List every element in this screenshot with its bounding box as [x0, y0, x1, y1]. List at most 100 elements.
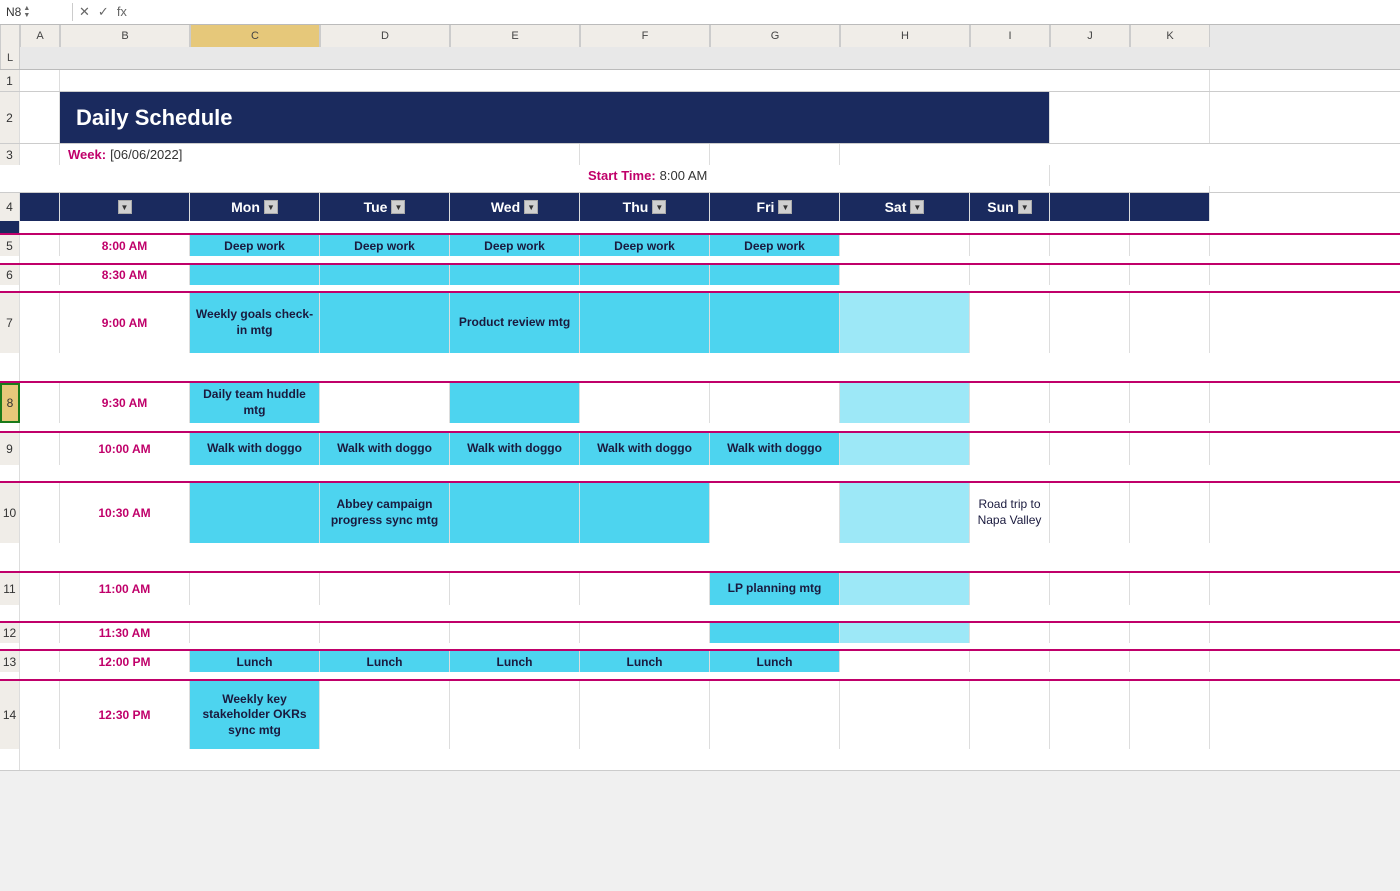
cell-7-wed[interactable]: Product review mtg: [450, 293, 580, 353]
sun-dropdown[interactable]: ▼: [1018, 200, 1032, 214]
cancel-icon[interactable]: ✕: [79, 4, 90, 20]
cell-14-thu[interactable]: [580, 681, 710, 749]
cell-9-thu[interactable]: Walk with doggo: [580, 433, 710, 465]
blank-col-dropdown[interactable]: ▼: [118, 200, 132, 214]
cell-9-tue[interactable]: Walk with doggo: [320, 433, 450, 465]
col-header-sun[interactable]: Sun ▼: [970, 193, 1050, 221]
col-header-wed[interactable]: Wed ▼: [450, 193, 580, 221]
cell-9-mon[interactable]: Walk with doggo: [190, 433, 320, 465]
cell-14-wed[interactable]: [450, 681, 580, 749]
col-header-K[interactable]: K: [1130, 25, 1210, 47]
cell-8-tue[interactable]: [320, 383, 450, 423]
cell-6-sat[interactable]: [840, 265, 970, 285]
cell-6-mon[interactable]: [190, 265, 320, 285]
col-header-tue[interactable]: Tue ▼: [320, 193, 450, 221]
cell-13-sat[interactable]: [840, 651, 970, 672]
col-header-mon[interactable]: Mon ▼: [190, 193, 320, 221]
cell-11-mon[interactable]: [190, 573, 320, 605]
confirm-icon[interactable]: ✓: [98, 4, 109, 20]
cell-9-sun[interactable]: [970, 433, 1050, 465]
cell-6-thu[interactable]: [580, 265, 710, 285]
cell-6-tue[interactable]: [320, 265, 450, 285]
cell-5-mon[interactable]: Deep work: [190, 235, 320, 256]
cell-10-wed[interactable]: [450, 483, 580, 543]
cell-7-tue[interactable]: [320, 293, 450, 353]
cell-9-sat[interactable]: [840, 433, 970, 465]
col-header-J[interactable]: J: [1050, 25, 1130, 47]
cell-13-fri[interactable]: Lunch: [710, 651, 840, 672]
cell-5-sat[interactable]: [840, 235, 970, 256]
cell-10-sat[interactable]: [840, 483, 970, 543]
cell-14-tue[interactable]: [320, 681, 450, 749]
col-header-F[interactable]: F: [580, 25, 710, 47]
cell-12-thu[interactable]: [580, 623, 710, 643]
sat-dropdown[interactable]: ▼: [910, 200, 924, 214]
cell-11-wed[interactable]: [450, 573, 580, 605]
cell-10-thu[interactable]: [580, 483, 710, 543]
cell-7-thu[interactable]: [580, 293, 710, 353]
cell-12-sat[interactable]: [840, 623, 970, 643]
mon-dropdown[interactable]: ▼: [264, 200, 278, 214]
cell-5-thu[interactable]: Deep work: [580, 235, 710, 256]
cell-11-tue[interactable]: [320, 573, 450, 605]
fx-icon[interactable]: fx: [117, 4, 127, 20]
thu-dropdown[interactable]: ▼: [652, 200, 666, 214]
cell-5-wed[interactable]: Deep work: [450, 235, 580, 256]
col-header-fri[interactable]: Fri ▼: [710, 193, 840, 221]
cell-12-mon[interactable]: [190, 623, 320, 643]
col-header-E[interactable]: E: [450, 25, 580, 47]
cell-6-fri[interactable]: [710, 265, 840, 285]
cell-10-fri[interactable]: [710, 483, 840, 543]
cell-12-sun[interactable]: [970, 623, 1050, 643]
cell-5-fri[interactable]: Deep work: [710, 235, 840, 256]
cell-13-tue[interactable]: Lunch: [320, 651, 450, 672]
cell-8-thu[interactable]: [580, 383, 710, 423]
cell-7-sat[interactable]: [840, 293, 970, 353]
cell-14-fri[interactable]: [710, 681, 840, 749]
cell-5-sun[interactable]: [970, 235, 1050, 256]
cell-7-mon[interactable]: Weekly goals check-in mtg: [190, 293, 320, 353]
cell-10-sun[interactable]: Road trip to Napa Valley: [970, 483, 1050, 543]
col-header-C[interactable]: C: [190, 25, 320, 47]
col-header-I[interactable]: I: [970, 25, 1050, 47]
cell-11-sat[interactable]: [840, 573, 970, 605]
cell-12-wed[interactable]: [450, 623, 580, 643]
fri-dropdown[interactable]: ▼: [778, 200, 792, 214]
col-header-thu[interactable]: Thu ▼: [580, 193, 710, 221]
cell-10-tue[interactable]: Abbey campaign progress sync mtg: [320, 483, 450, 543]
col-header-B[interactable]: B: [60, 25, 190, 47]
wed-dropdown[interactable]: ▼: [524, 200, 538, 214]
cell-13-thu[interactable]: Lunch: [580, 651, 710, 672]
col-header-sat[interactable]: Sat ▼: [840, 193, 970, 221]
cell-9-wed[interactable]: Walk with doggo: [450, 433, 580, 465]
col-header-D[interactable]: D: [320, 25, 450, 47]
formula-icons[interactable]: ✕ ✓ fx: [79, 4, 127, 20]
cell-8-sun[interactable]: [970, 383, 1050, 423]
cell-8-sat[interactable]: [840, 383, 970, 423]
cell-6-sun[interactable]: [970, 265, 1050, 285]
cell-14-sun[interactable]: [970, 681, 1050, 749]
cell-13-mon[interactable]: Lunch: [190, 651, 320, 672]
col-header-L[interactable]: L: [0, 47, 20, 69]
col-header-G[interactable]: G: [710, 25, 840, 47]
cell-14-sat[interactable]: [840, 681, 970, 749]
cell-9-fri[interactable]: Walk with doggo: [710, 433, 840, 465]
cell-12-fri[interactable]: [710, 623, 840, 643]
cell-11-fri[interactable]: LP planning mtg: [710, 573, 840, 605]
cell-2-A[interactable]: [20, 92, 60, 143]
cell-11-sun[interactable]: [970, 573, 1050, 605]
cell-reference[interactable]: N8 ▲ ▼: [6, 5, 66, 19]
cell-1-A[interactable]: [20, 70, 60, 91]
cell-13-sun[interactable]: [970, 651, 1050, 672]
col-header-A[interactable]: A: [20, 25, 60, 47]
cell-6-wed[interactable]: [450, 265, 580, 285]
cell-14-mon[interactable]: Weekly key stakeholder OKRs sync mtg: [190, 681, 320, 749]
cell-8-fri[interactable]: [710, 383, 840, 423]
cell-10-mon[interactable]: [190, 483, 320, 543]
col-header-H[interactable]: H: [840, 25, 970, 47]
tue-dropdown[interactable]: ▼: [391, 200, 405, 214]
cell-7-fri[interactable]: [710, 293, 840, 353]
cell-12-tue[interactable]: [320, 623, 450, 643]
cell-8-mon[interactable]: Daily team huddle mtg: [190, 383, 320, 423]
cell-11-thu[interactable]: [580, 573, 710, 605]
